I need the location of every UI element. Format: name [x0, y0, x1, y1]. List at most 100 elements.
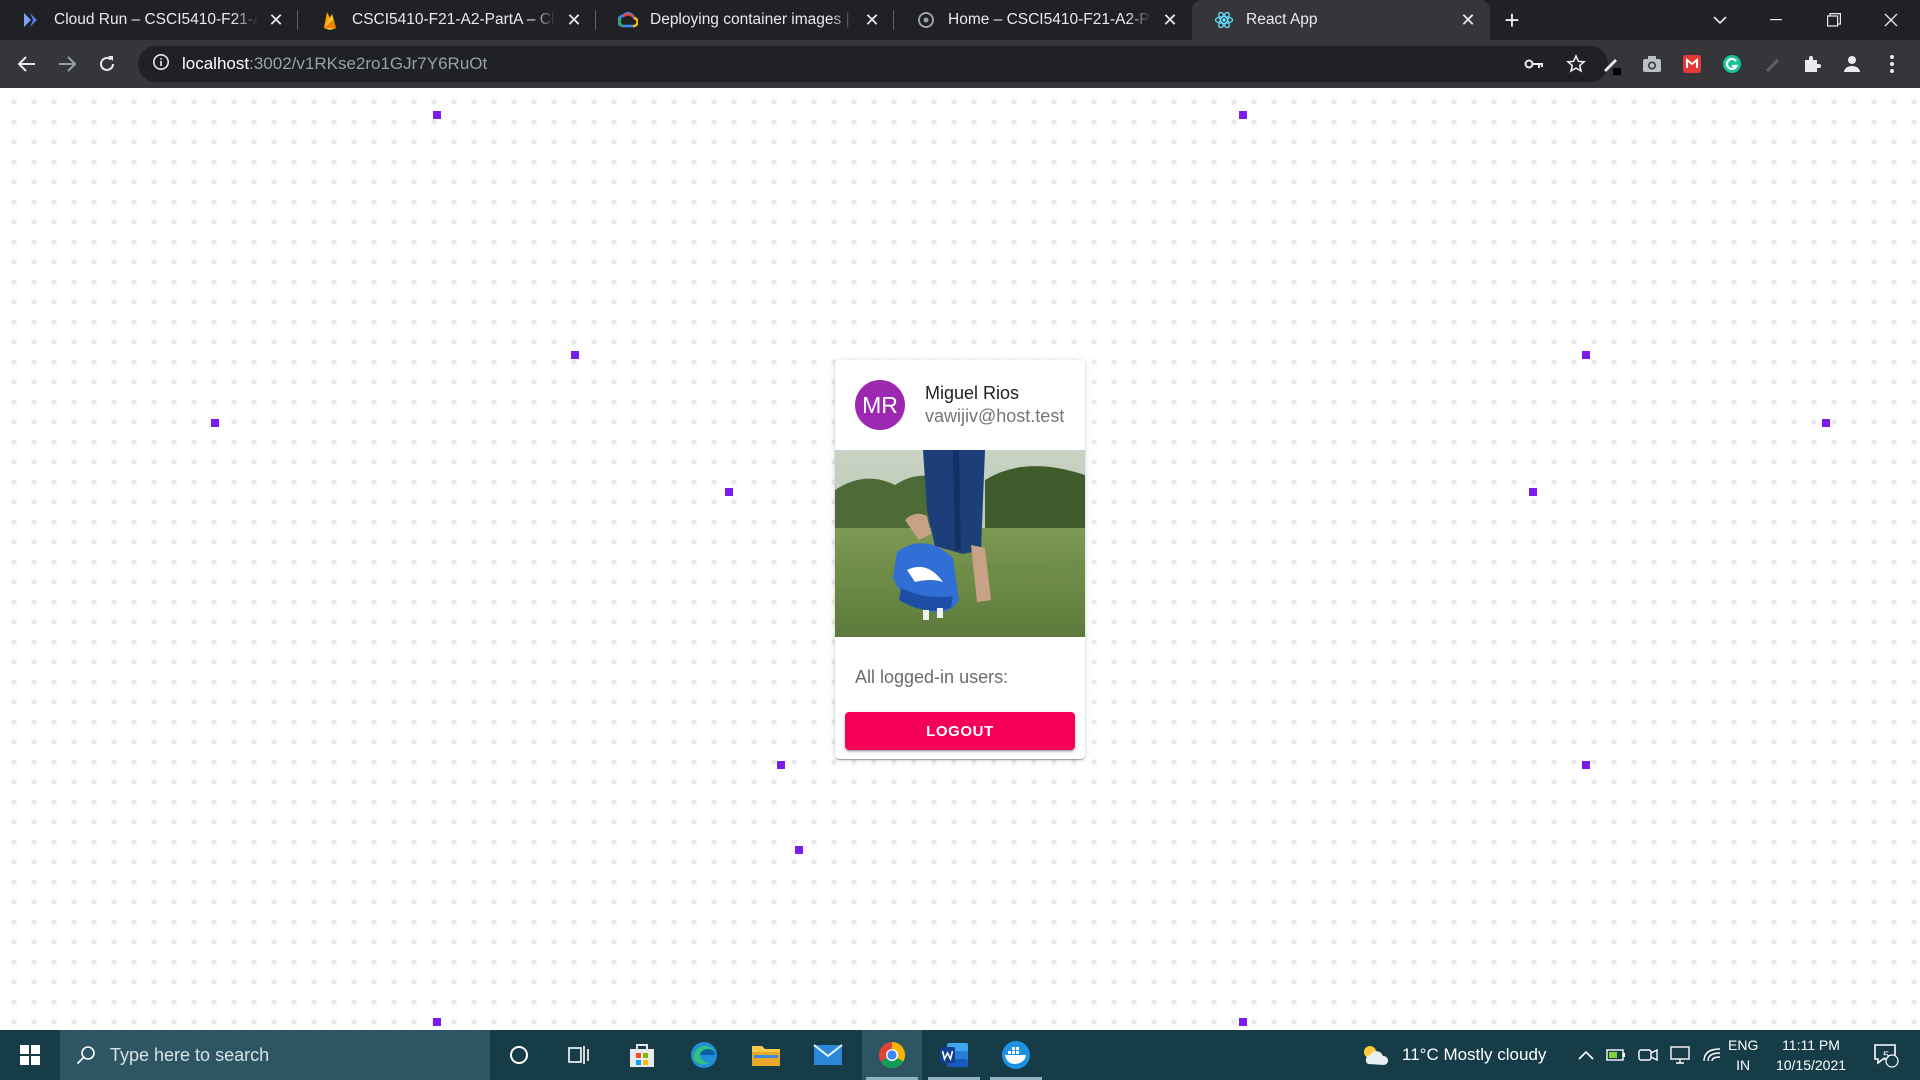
new-tab-button[interactable]: + [1490, 0, 1534, 40]
clock[interactable]: 11:11 PM 10/15/2021 [1770, 1030, 1852, 1080]
accent-dot [1822, 419, 1830, 427]
close-tab-icon[interactable]: ✕ [266, 10, 286, 30]
address-bar[interactable]: localhost:3002/v1RKse2ro1GJr7Y6RuOt [138, 46, 1608, 82]
back-button[interactable] [11, 48, 43, 80]
tab-cloud-run[interactable]: Cloud Run – CSCI5410-F21-A2-PartA ✕ [0, 0, 298, 40]
close-tab-icon[interactable]: ✕ [1458, 10, 1478, 30]
action-center-button[interactable]: 5 [1866, 1030, 1906, 1080]
clock-time: 11:11 PM [1782, 1037, 1840, 1053]
reload-button[interactable] [91, 48, 123, 80]
accent-dot [433, 1018, 441, 1026]
globe-icon [916, 10, 936, 30]
user-name: Miguel Rios [925, 383, 1020, 403]
close-tab-icon[interactable]: ✕ [862, 10, 882, 30]
windows-logo-icon [20, 1045, 40, 1065]
notification-count: 5 [1882, 1050, 1890, 1062]
accent-dot [1239, 1018, 1247, 1026]
star-icon[interactable] [1566, 54, 1586, 79]
browser-toolbar: localhost:3002/v1RKse2ro1GJr7Y6RuOt [0, 40, 1920, 88]
page-background: MR Miguel Rios vawijiv@host.test All log… [0, 88, 1920, 1030]
google-cloud-icon [618, 10, 638, 30]
close-window-button[interactable] [1866, 0, 1916, 40]
logout-button[interactable]: LOGOUT [845, 712, 1075, 750]
grammarly-icon[interactable] [1716, 48, 1748, 80]
url-text[interactable]: localhost:3002/v1RKse2ro1GJr7Y6RuOt [182, 54, 487, 74]
tab-title: React App [1246, 11, 1318, 28]
clock-date: 10/15/2021 [1775, 1057, 1847, 1073]
cloud-run-icon [22, 10, 42, 30]
taskbar-search-box[interactable]: Type here to search [60, 1030, 490, 1080]
accent-dot [571, 351, 579, 359]
chrome-icon [878, 1041, 906, 1069]
file-explorer-button[interactable] [736, 1030, 796, 1080]
minimize-button[interactable] [1752, 0, 1800, 40]
tab-firestore[interactable]: CSCI5410-F21-A2-PartA – Cloud Firestore … [298, 0, 596, 40]
language-indicator[interactable]: ENG IN [1728, 1030, 1758, 1080]
info-icon[interactable] [152, 53, 170, 76]
display-icon[interactable] [1670, 1046, 1690, 1064]
pen-extension-icon[interactable] [1596, 48, 1628, 80]
menu-kebab-icon[interactable] [1876, 48, 1908, 80]
close-icon [1884, 13, 1898, 27]
wifi-icon[interactable] [1702, 1047, 1722, 1063]
url-host: localhost [182, 54, 250, 73]
accent-dot [777, 761, 785, 769]
store-bag-icon [630, 1044, 654, 1067]
word-button[interactable] [924, 1030, 984, 1080]
tab-title: Home – CSCI5410-F21-A2-PartA [948, 11, 1152, 28]
forward-button[interactable] [51, 48, 83, 80]
camera-extension-icon[interactable] [1636, 48, 1668, 80]
accent-dot [1239, 111, 1247, 119]
start-button[interactable] [0, 1030, 60, 1080]
arrow-right-icon [59, 56, 76, 72]
react-icon [1214, 10, 1234, 30]
docker-button[interactable] [986, 1030, 1046, 1080]
red-extension-icon[interactable] [1676, 48, 1708, 80]
arrow-left-icon [18, 56, 35, 72]
mail-button[interactable] [798, 1030, 858, 1080]
folder-icon [752, 1046, 780, 1066]
tab-react-app[interactable]: React App ✕ [1192, 0, 1490, 40]
profile-icon[interactable] [1836, 48, 1868, 80]
weather-widget[interactable]: 11°C Mostly cloudy [1360, 1030, 1546, 1080]
accent-dot [725, 488, 733, 496]
tab-title: Cloud Run – CSCI5410-F21-A2-PartA [54, 11, 258, 28]
mail-icon [813, 1044, 843, 1065]
search-placeholder: Type here to search [110, 1044, 270, 1065]
tab-deploying-container[interactable]: Deploying container images | Cloud Run ✕ [596, 0, 894, 40]
tab-search-button[interactable] [1700, 0, 1740, 40]
task-view-button[interactable] [549, 1030, 609, 1080]
restore-icon [1827, 13, 1841, 27]
chevron-up-icon[interactable] [1578, 1050, 1594, 1060]
system-tray-icons [1578, 1030, 1722, 1080]
accent-dot [1529, 488, 1537, 496]
keyboard-region: IN [1736, 1057, 1751, 1073]
edge-icon [691, 1042, 717, 1068]
chrome-button[interactable] [862, 1030, 922, 1080]
tab-home[interactable]: Home – CSCI5410-F21-A2-PartA ✕ [894, 0, 1192, 40]
url-path: :3002/v1RKse2ro1GJr7Y6RuOt [249, 54, 488, 73]
extensions-puzzle-icon[interactable] [1796, 48, 1828, 80]
cortana-button[interactable] [489, 1030, 549, 1080]
disabled-extension-icon[interactable] [1756, 48, 1788, 80]
key-icon[interactable] [1524, 55, 1544, 78]
logged-in-users-label: All logged-in users: [855, 667, 1009, 687]
minimize-icon [1770, 19, 1782, 21]
close-tab-icon[interactable]: ✕ [564, 10, 584, 30]
language-code: ENG [1728, 1037, 1759, 1053]
microsoft-store-button[interactable] [612, 1030, 672, 1080]
search-icon [76, 1046, 95, 1065]
card-header: MR Miguel Rios vawijiv@host.test [835, 360, 1085, 450]
task-view-icon [568, 1046, 589, 1064]
restore-button[interactable] [1810, 0, 1858, 40]
edge-button[interactable] [674, 1030, 734, 1080]
user-info: Miguel Rios vawijiv@host.test [925, 383, 1064, 427]
accent-dot [433, 111, 441, 119]
battery-icon[interactable] [1606, 1048, 1626, 1062]
tab-title: Deploying container images | Cloud Run [650, 11, 854, 28]
accent-dot [1582, 761, 1590, 769]
word-icon [940, 1043, 968, 1067]
tab-strip: Cloud Run – CSCI5410-F21-A2-PartA ✕ CSCI… [0, 0, 1920, 40]
close-tab-icon[interactable]: ✕ [1160, 10, 1180, 30]
meet-now-icon[interactable] [1638, 1047, 1658, 1063]
